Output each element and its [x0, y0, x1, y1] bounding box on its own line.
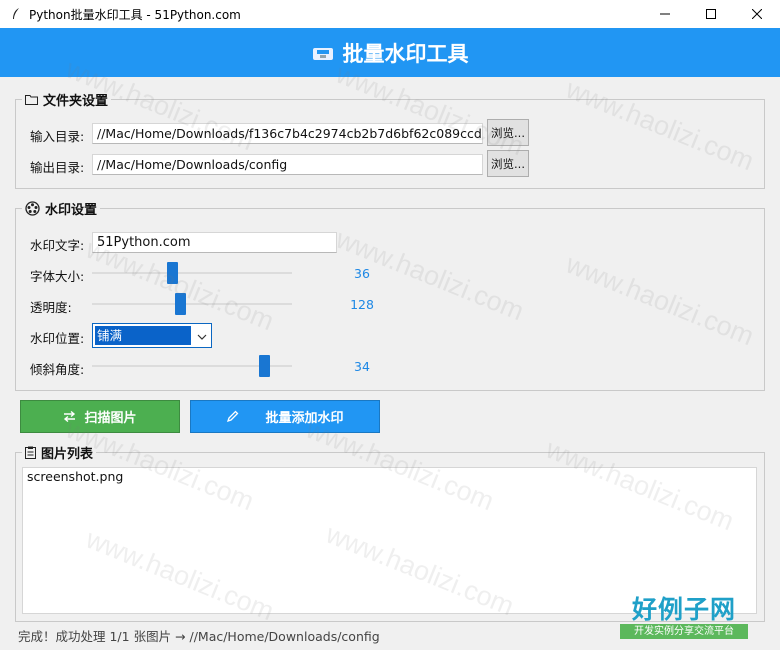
watermark-text-field[interactable]: 51Python.com — [92, 232, 337, 253]
font-size-slider[interactable] — [92, 262, 292, 284]
brand-logo: 好例子网 开发实例分享交流平台 — [620, 590, 748, 642]
image-list-title: 图片列表 — [41, 447, 94, 462]
watermark-text-label: 水印文字: — [30, 238, 85, 253]
status-text: 完成！成功处理 1/1 张图片 → //Mac/Home/Downloads/c… — [18, 629, 380, 644]
swap-icon — [63, 411, 76, 422]
opacity-slider[interactable] — [92, 293, 292, 315]
clipboard-icon — [25, 446, 36, 459]
angle-slider[interactable] — [92, 355, 292, 377]
pencil-icon — [226, 410, 239, 423]
angle-label: 倾斜角度: — [30, 362, 85, 377]
app-header-title: 批量水印工具 — [342, 41, 469, 66]
output-dir-field[interactable]: //Mac/Home/Downloads/config — [92, 154, 483, 175]
folder-settings-legend: 文件夹设置 — [22, 90, 112, 109]
chevron-down-icon[interactable] — [197, 330, 207, 345]
tray-icon — [312, 45, 334, 61]
angle-slider-thumb[interactable] — [259, 355, 270, 377]
output-dir-label: 输出目录: — [30, 160, 85, 175]
folder-settings-title: 文件夹设置 — [43, 94, 109, 109]
scan-images-label: 扫描图片 — [84, 411, 137, 426]
window-title: Python批量水印工具 - 51Python.com — [29, 7, 241, 22]
batch-watermark-button[interactable]: 批量添加水印 — [190, 400, 380, 433]
input-browse-button[interactable]: 浏览... — [487, 119, 529, 146]
position-select[interactable]: 铺满 — [92, 323, 212, 348]
input-dir-label: 输入目录: — [30, 129, 85, 144]
window-title-bar: Python批量水印工具 - 51Python.com — [0, 0, 780, 28]
minimize-icon — [660, 13, 670, 15]
input-dir-field[interactable]: //Mac/Home/Downloads/f136c7b4c2974cb2b7d… — [92, 123, 483, 144]
batch-watermark-label: 批量添加水印 — [265, 411, 344, 426]
opacity-slider-track — [92, 303, 292, 305]
app-header: 批量水印工具 — [0, 28, 780, 77]
opacity-slider-thumb[interactable] — [175, 293, 186, 315]
maximize-button[interactable] — [688, 0, 734, 28]
position-selected-value: 铺满 — [95, 326, 191, 345]
opacity-value: 128 — [350, 297, 374, 312]
watermark-settings-title: 水印设置 — [45, 203, 98, 218]
minimize-button[interactable] — [642, 0, 688, 28]
font-size-label: 字体大小: — [30, 269, 85, 284]
font-size-value: 36 — [354, 266, 370, 281]
position-label: 水印位置: — [30, 331, 85, 346]
opacity-label: 透明度: — [30, 300, 72, 315]
image-list-legend: 图片列表 — [22, 443, 97, 462]
close-icon — [752, 9, 762, 19]
font-size-slider-track — [92, 272, 292, 274]
palette-icon — [25, 201, 40, 216]
feather-icon — [9, 7, 23, 21]
output-browse-button[interactable]: 浏览... — [487, 150, 529, 177]
folder-icon — [25, 94, 38, 105]
folder-settings-group: 文件夹设置 — [15, 90, 765, 189]
scan-images-button[interactable]: 扫描图片 — [20, 400, 180, 433]
maximize-icon — [706, 9, 716, 19]
brand-logo-title: 好例子网 — [631, 595, 736, 624]
list-item[interactable]: screenshot.png — [27, 469, 123, 484]
brand-logo-subtitle: 开发实例分享交流平台 — [620, 624, 748, 639]
watermark-settings-legend: 水印设置 — [22, 199, 101, 218]
close-button[interactable] — [734, 0, 780, 28]
angle-value: 34 — [354, 359, 370, 374]
font-size-slider-thumb[interactable] — [167, 262, 178, 284]
